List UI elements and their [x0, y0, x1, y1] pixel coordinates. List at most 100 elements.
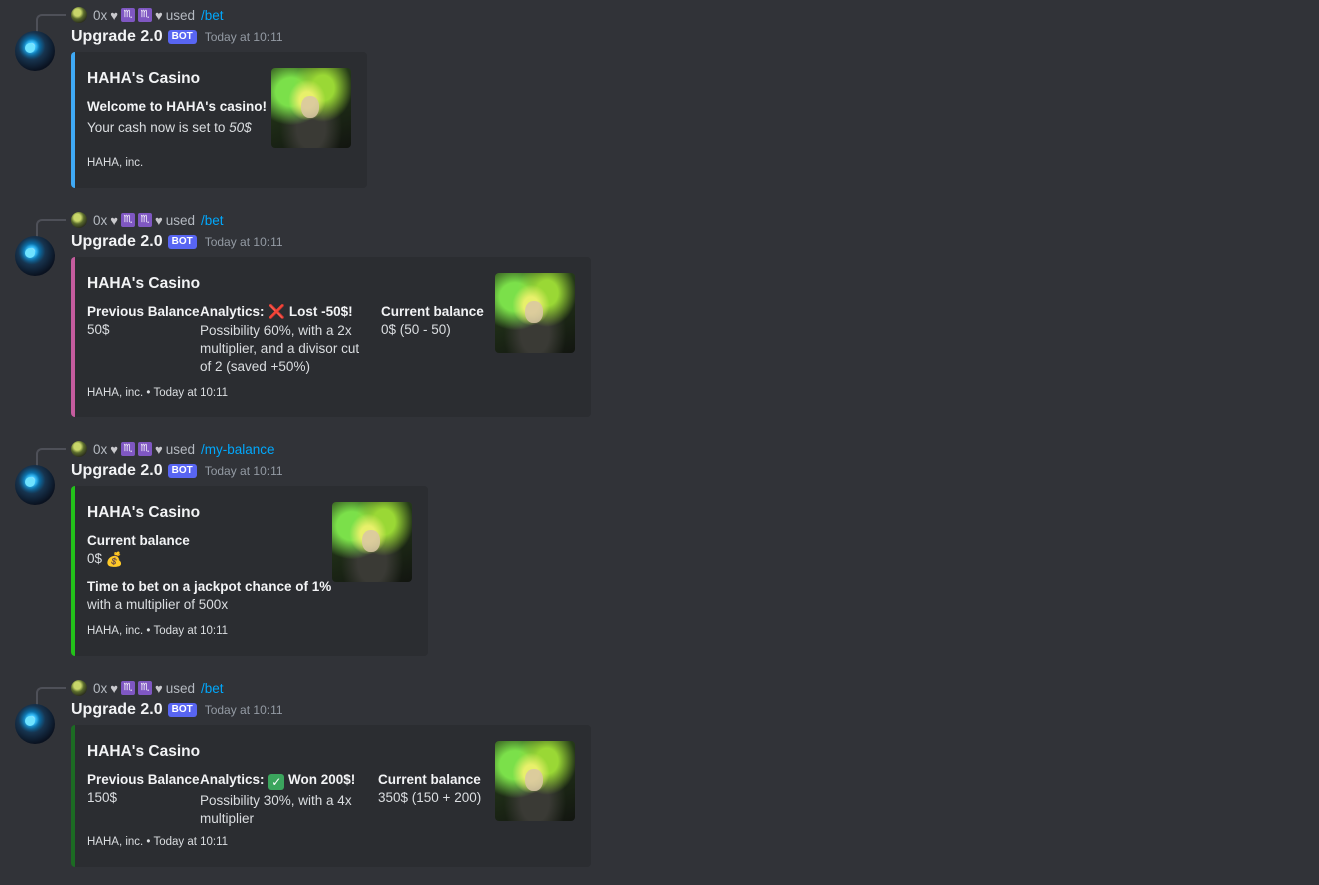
scorpio-icon: ♏: [137, 213, 152, 227]
field-value: Possibility 30%, with a 4x multiplier: [200, 793, 352, 826]
description-italic: 50$: [229, 120, 252, 135]
thumbnail-face: [525, 769, 543, 791]
scorpio-icon: ♏: [137, 8, 152, 22]
message-header: Upgrade 2.0 BOT Today at 10:11: [71, 462, 283, 480]
avatar-eye: [25, 477, 35, 487]
field-name: Time to bet on a jackpot chance of 1%: [87, 579, 332, 594]
embed-footer: HAHA, inc. • Today at 10:11: [87, 625, 229, 637]
slash-command-link[interactable]: /bet: [201, 213, 224, 228]
slash-command-link[interactable]: /bet: [201, 681, 224, 696]
reply-used-text: used: [165, 7, 195, 23]
avatar-eye: [25, 43, 35, 53]
cross-mark-icon: ❌: [268, 304, 286, 319]
slash-command-link[interactable]: /bet: [201, 8, 224, 23]
balance-value: 0$: [87, 551, 103, 566]
money-bag-icon: 💰: [105, 551, 124, 567]
reply-used-text: used: [165, 212, 195, 228]
bot-avatar[interactable]: [15, 704, 55, 744]
bot-avatar[interactable]: [15, 31, 55, 71]
field-value: 0$ (50 - 50): [381, 322, 451, 337]
reply-used-text: used: [165, 441, 195, 457]
field-previous-balance: Previous Balance 150$: [87, 772, 200, 807]
message-header: Upgrade 2.0 BOT Today at 10:11: [71, 28, 283, 46]
scorpio-icon: ♏: [120, 681, 135, 695]
heart-icon: ♥: [154, 212, 163, 228]
slash-command-link[interactable]: /my-balance: [201, 442, 275, 457]
embed: HAHA's Casino Current balance 0$ 💰 Time …: [71, 486, 428, 656]
field-value: 150$: [87, 790, 118, 805]
field-name-prefix: Analytics:: [200, 772, 269, 787]
heart-icon: ♥: [154, 7, 163, 23]
embed-title: HAHA's Casino: [87, 743, 201, 760]
heart-icon: ♥: [110, 212, 118, 228]
reply-username[interactable]: 0x: [93, 681, 107, 696]
field-previous-balance: Previous Balance 50$: [87, 304, 200, 339]
reply-username[interactable]: 0x: [93, 442, 107, 457]
embed-description-bold: Welcome to HAHA's casino!: [87, 99, 267, 114]
scorpio-icon: ♏: [120, 442, 135, 456]
field-value: 50$: [87, 322, 110, 337]
timestamp[interactable]: Today at 10:11: [205, 235, 283, 249]
user-avatar[interactable]: [71, 680, 87, 696]
check-mark-icon: ✓: [268, 774, 285, 790]
bot-avatar[interactable]: [15, 465, 55, 505]
embed: HAHA's Casino Previous Balance 150$ Anal…: [71, 725, 591, 867]
field-name: Current balance: [87, 533, 190, 548]
message-header: Upgrade 2.0 BOT Today at 10:11: [71, 701, 283, 719]
reply-context[interactable]: 0x ♥ ♏ ♏ ♥ used /bet: [71, 679, 224, 697]
field-current-balance: Current balance 0$ (50 - 50): [381, 304, 484, 339]
scorpio-icon: ♏: [120, 8, 135, 22]
field-name-suffix: Won 200$!: [284, 772, 356, 787]
scorpio-icon: ♏: [137, 442, 152, 456]
author-name[interactable]: Upgrade 2.0: [71, 462, 163, 480]
author-name[interactable]: Upgrade 2.0: [71, 28, 163, 46]
field-name: Current balance: [381, 304, 484, 319]
description-text: Your cash now is set to: [87, 120, 230, 135]
thumbnail-face: [525, 301, 543, 323]
field-analytics: Analytics: ✓ Won 200$! Possibility 30%, …: [200, 772, 365, 828]
field-name: Current balance: [378, 772, 481, 787]
user-avatar[interactable]: [71, 441, 87, 457]
timestamp[interactable]: Today at 10:11: [205, 703, 283, 717]
embed-thumbnail[interactable]: [495, 273, 575, 353]
heart-icon: ♥: [110, 680, 118, 696]
bot-avatar[interactable]: [15, 236, 55, 276]
embed-title: HAHA's Casino: [87, 504, 201, 521]
scorpio-icon: ♏: [120, 213, 135, 227]
field-current-balance: Current balance 0$ 💰: [87, 533, 190, 568]
reply-context[interactable]: 0x ♥ ♏ ♏ ♥ used /bet: [71, 211, 224, 229]
bot-badge: BOT: [167, 30, 197, 44]
field-value: 0$ 💰: [87, 550, 190, 568]
embed: HAHA's Casino Previous Balance 50$ Analy…: [71, 257, 591, 417]
avatar-eye: [25, 248, 35, 258]
field-name-suffix: Lost -50$!: [285, 304, 353, 319]
user-avatar[interactable]: [71, 212, 87, 228]
embed-footer: HAHA, inc.: [87, 157, 144, 169]
embed-thumbnail[interactable]: [332, 502, 412, 582]
embed-thumbnail[interactable]: [495, 741, 575, 821]
embed-title: HAHA's Casino: [87, 275, 201, 292]
embed-thumbnail[interactable]: [271, 68, 351, 148]
field-current-balance: Current balance 350$ (150 + 200): [378, 772, 481, 807]
field-name: Analytics: ✓ Won 200$!: [200, 772, 365, 790]
user-avatar[interactable]: [71, 7, 87, 23]
timestamp[interactable]: Today at 10:11: [205, 30, 283, 44]
reply-used-text: used: [165, 680, 195, 696]
timestamp[interactable]: Today at 10:11: [205, 464, 283, 478]
reply-username[interactable]: 0x: [93, 213, 107, 228]
reply-username[interactable]: 0x: [93, 8, 107, 23]
bot-badge: BOT: [167, 464, 197, 478]
embed: HAHA's Casino Welcome to HAHA's casino! …: [71, 52, 367, 188]
field-name: Analytics: ❌ Lost -50$!: [200, 304, 368, 320]
embed-description: Your cash now is set to 50$: [87, 119, 252, 137]
reply-context[interactable]: 0x ♥ ♏ ♏ ♥ used /bet: [71, 6, 224, 24]
field-value: with a multiplier of 500x: [87, 597, 229, 612]
field-name: Previous Balance: [87, 304, 200, 319]
author-name[interactable]: Upgrade 2.0: [71, 701, 163, 719]
author-name[interactable]: Upgrade 2.0: [71, 233, 163, 251]
heart-icon: ♥: [110, 7, 118, 23]
embed-footer: HAHA, inc. • Today at 10:11: [87, 387, 229, 399]
reply-context[interactable]: 0x ♥ ♏ ♏ ♥ used /my-balance: [71, 440, 275, 458]
bot-badge: BOT: [167, 235, 197, 249]
heart-icon: ♥: [154, 441, 163, 457]
